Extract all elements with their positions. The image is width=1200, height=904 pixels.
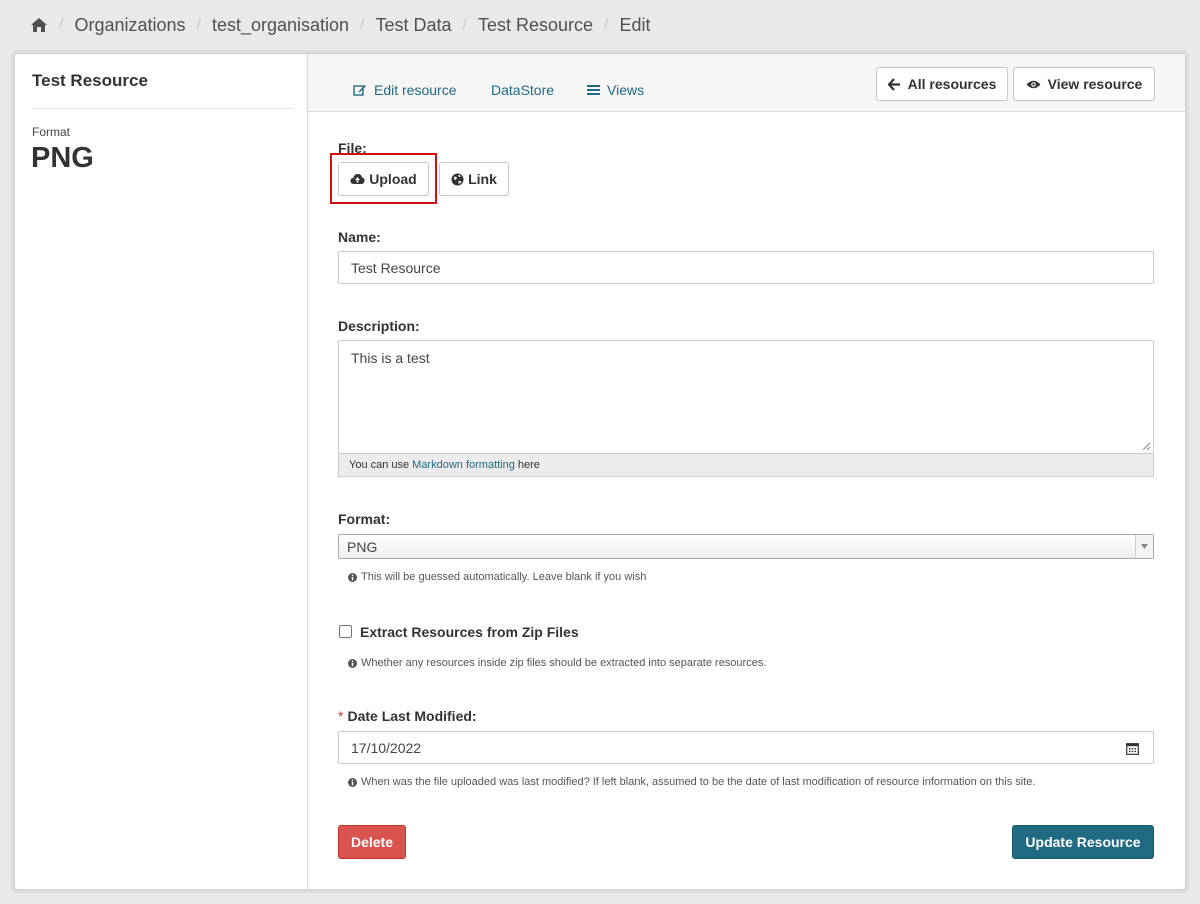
sidebar: Test Resource Format PNG bbox=[15, 54, 308, 889]
resource-tabs-bar: Edit resource DataStore Views All resour… bbox=[308, 54, 1185, 112]
format-select-value: PNG bbox=[347, 538, 378, 555]
view-resource-button[interactable]: View resource bbox=[1013, 67, 1155, 101]
sidebar-divider bbox=[32, 108, 293, 109]
home-icon[interactable] bbox=[30, 16, 48, 34]
tab-views-label: Views bbox=[607, 82, 645, 98]
extract-zip-checkbox[interactable] bbox=[339, 625, 352, 638]
resize-handle-icon[interactable] bbox=[1142, 442, 1151, 451]
date-input[interactable]: 17/10/2022 bbox=[338, 731, 1154, 764]
format-select[interactable]: PNG bbox=[338, 534, 1154, 559]
name-label: Name: bbox=[338, 229, 381, 245]
required-mark: * bbox=[338, 708, 344, 724]
tab-datastore-label: DataStore bbox=[491, 82, 555, 98]
tab-views[interactable]: Views bbox=[587, 82, 644, 98]
info-icon bbox=[348, 572, 357, 582]
upload-label: Upload bbox=[369, 171, 417, 187]
chevron-down-icon[interactable] bbox=[1135, 535, 1153, 558]
breadcrumb-separator: / bbox=[59, 16, 64, 33]
breadcrumb-organisation[interactable]: test_organisation bbox=[212, 15, 349, 36]
all-resources-button[interactable]: All resources bbox=[876, 67, 1008, 101]
markdown-note: You can use Markdown formatting here bbox=[338, 454, 1154, 477]
breadcrumb-organizations[interactable]: Organizations bbox=[74, 15, 185, 36]
date-label-wrap: * Date Last Modified: bbox=[338, 708, 477, 724]
date-label: Date Last Modified: bbox=[347, 708, 477, 724]
sidebar-title: Test Resource bbox=[32, 71, 148, 90]
breadcrumb: / Organizations / test_organisation / Te… bbox=[30, 13, 651, 37]
breadcrumb-separator: / bbox=[462, 16, 468, 33]
format-help: This will be guessed automatically. Leav… bbox=[348, 571, 646, 583]
link-label: Link bbox=[468, 171, 497, 187]
zip-help-text: Whether any resources inside zip files s… bbox=[361, 657, 767, 669]
upload-button[interactable]: Upload bbox=[338, 162, 429, 196]
date-value: 17/10/2022 bbox=[351, 739, 422, 756]
breadcrumb-dataset[interactable]: Test Data bbox=[376, 15, 452, 36]
info-icon bbox=[348, 777, 357, 787]
description-label: Description: bbox=[338, 318, 420, 334]
delete-button[interactable]: Delete bbox=[338, 825, 406, 859]
arrow-left-icon bbox=[887, 77, 900, 91]
globe-icon bbox=[451, 173, 464, 185]
markdown-suffix: here bbox=[517, 459, 540, 471]
sidebar-format-label: Format bbox=[32, 125, 71, 139]
edit-icon bbox=[353, 85, 366, 96]
tab-edit-resource[interactable]: Edit resource bbox=[353, 82, 456, 98]
tab-datastore[interactable]: DataStore bbox=[491, 82, 554, 98]
date-help-text: When was the file uploaded was last modi… bbox=[361, 776, 1036, 788]
breadcrumb-edit[interactable]: Edit bbox=[620, 15, 651, 36]
format-label: Format: bbox=[338, 511, 391, 527]
list-icon bbox=[587, 85, 600, 95]
eye-icon bbox=[1026, 80, 1041, 88]
date-help: When was the file uploaded was last modi… bbox=[348, 776, 1035, 788]
link-button[interactable]: Link bbox=[439, 162, 509, 196]
breadcrumb-resource[interactable]: Test Resource bbox=[478, 15, 593, 36]
resource-edit-card: Test Resource Format PNG Edit resource D… bbox=[14, 53, 1186, 890]
format-help-text: This will be guessed automatically. Leav… bbox=[361, 571, 647, 583]
zip-help: Whether any resources inside zip files s… bbox=[348, 657, 766, 669]
all-resources-label: All resources bbox=[907, 76, 997, 92]
calendar-icon[interactable] bbox=[1126, 742, 1139, 755]
info-icon bbox=[348, 658, 357, 668]
update-resource-button[interactable]: Update Resource bbox=[1012, 825, 1154, 859]
description-textarea[interactable]: This is a test bbox=[338, 340, 1154, 454]
name-input[interactable]: Test Resource bbox=[338, 251, 1154, 284]
breadcrumb-separator: / bbox=[604, 16, 609, 33]
markdown-prefix: You can use bbox=[349, 459, 410, 471]
main-content: Edit resource DataStore Views All resour… bbox=[308, 54, 1185, 889]
breadcrumb-separator: / bbox=[196, 16, 201, 33]
breadcrumb-separator: / bbox=[360, 16, 365, 33]
sidebar-format-value: PNG bbox=[31, 142, 94, 174]
view-resource-label: View resource bbox=[1047, 76, 1143, 92]
tab-edit-resource-label: Edit resource bbox=[374, 82, 457, 98]
extract-zip-label[interactable]: Extract Resources from Zip Files bbox=[360, 624, 579, 640]
markdown-formatting-link[interactable]: Markdown formatting bbox=[412, 459, 515, 471]
cloud-upload-icon bbox=[350, 174, 365, 184]
description-text: This is a test bbox=[351, 350, 430, 366]
